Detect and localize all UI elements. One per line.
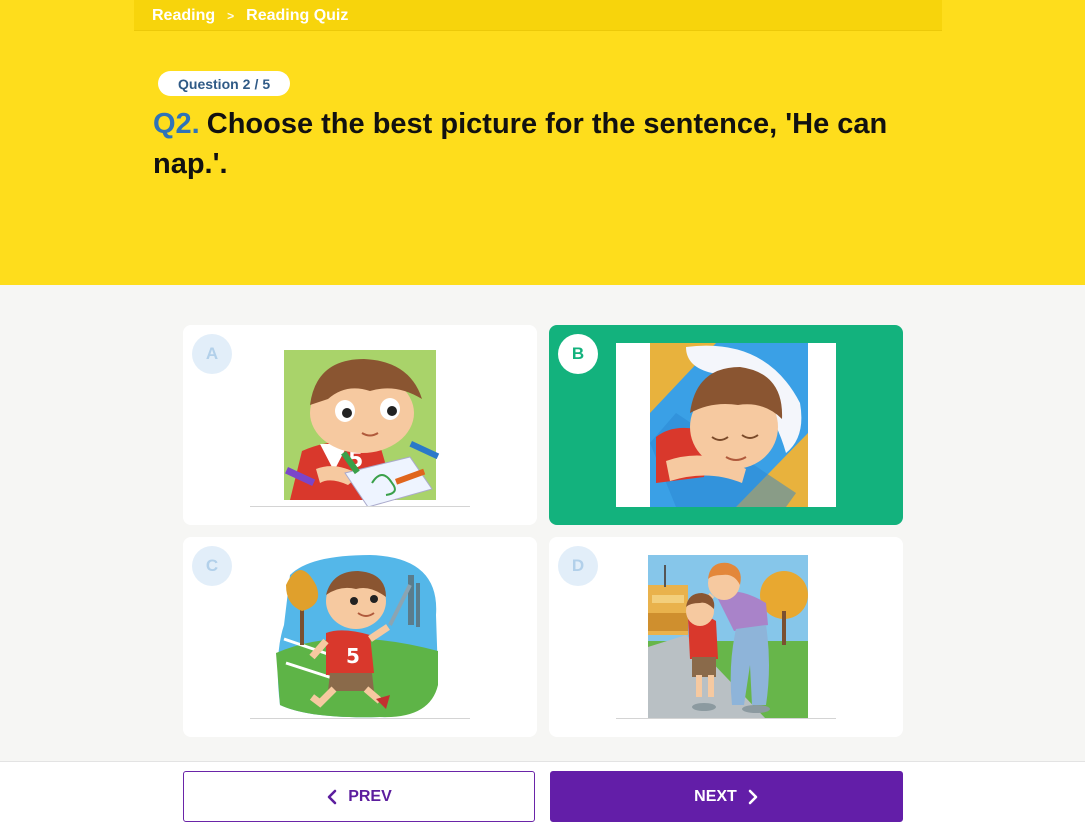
option-a-letter-badge: A (192, 334, 232, 374)
option-c-picture: 5 (250, 555, 470, 719)
option-b-picture (616, 343, 836, 507)
answer-option-a[interactable]: A 5 (183, 325, 537, 525)
next-button-label: NEXT (694, 787, 737, 805)
mother-hugging-boy-illustration (648, 555, 808, 718)
question-total-number: 5 (262, 75, 271, 92)
question-current-number: 2 (242, 75, 251, 92)
boy-running-illustration: 5 (276, 555, 438, 718)
boy-drawing-illustration: 5 (284, 350, 440, 506)
next-button[interactable]: NEXT (550, 771, 903, 822)
question-text: Choose the best picture for the sentence… (153, 108, 888, 180)
breadcrumb: Reading > Reading Quiz (152, 7, 348, 25)
question-badge-prefix: Question (178, 75, 239, 92)
answer-option-d[interactable]: D (549, 537, 903, 737)
option-d-picture (616, 555, 836, 719)
breadcrumb-reading-quiz-link[interactable]: Reading Quiz (246, 7, 348, 25)
svg-text:5: 5 (346, 644, 360, 668)
question-title: Q2. Choose the best picture for the sente… (153, 104, 913, 184)
breadcrumb-separator: > (227, 9, 235, 23)
prev-button-label: PREV (348, 787, 392, 805)
chevron-right-icon (747, 789, 759, 805)
option-d-letter-badge: D (558, 546, 598, 586)
question-header: Reading > Reading Quiz Question 2 / 5 Q2… (0, 0, 1085, 285)
option-c-letter-badge: C (192, 546, 232, 586)
question-progress-badge: Question 2 / 5 (158, 71, 291, 96)
option-b-letter-badge: B (558, 334, 598, 374)
prev-button[interactable]: PREV (183, 771, 535, 822)
breadcrumb-reading-link[interactable]: Reading (152, 7, 215, 25)
answer-option-b[interactable]: B (549, 325, 903, 525)
chevron-left-icon (326, 789, 338, 805)
navigation-footer: PREV NEXT (0, 761, 1085, 830)
boy-napping-illustration (650, 343, 808, 507)
question-number-label: Q2. (153, 108, 200, 140)
question-badge-separator: / (254, 75, 259, 92)
option-a-picture: 5 (250, 343, 470, 507)
answer-option-c[interactable]: C 5 (183, 537, 537, 737)
breadcrumb-bar: Reading > Reading Quiz (134, 0, 942, 31)
